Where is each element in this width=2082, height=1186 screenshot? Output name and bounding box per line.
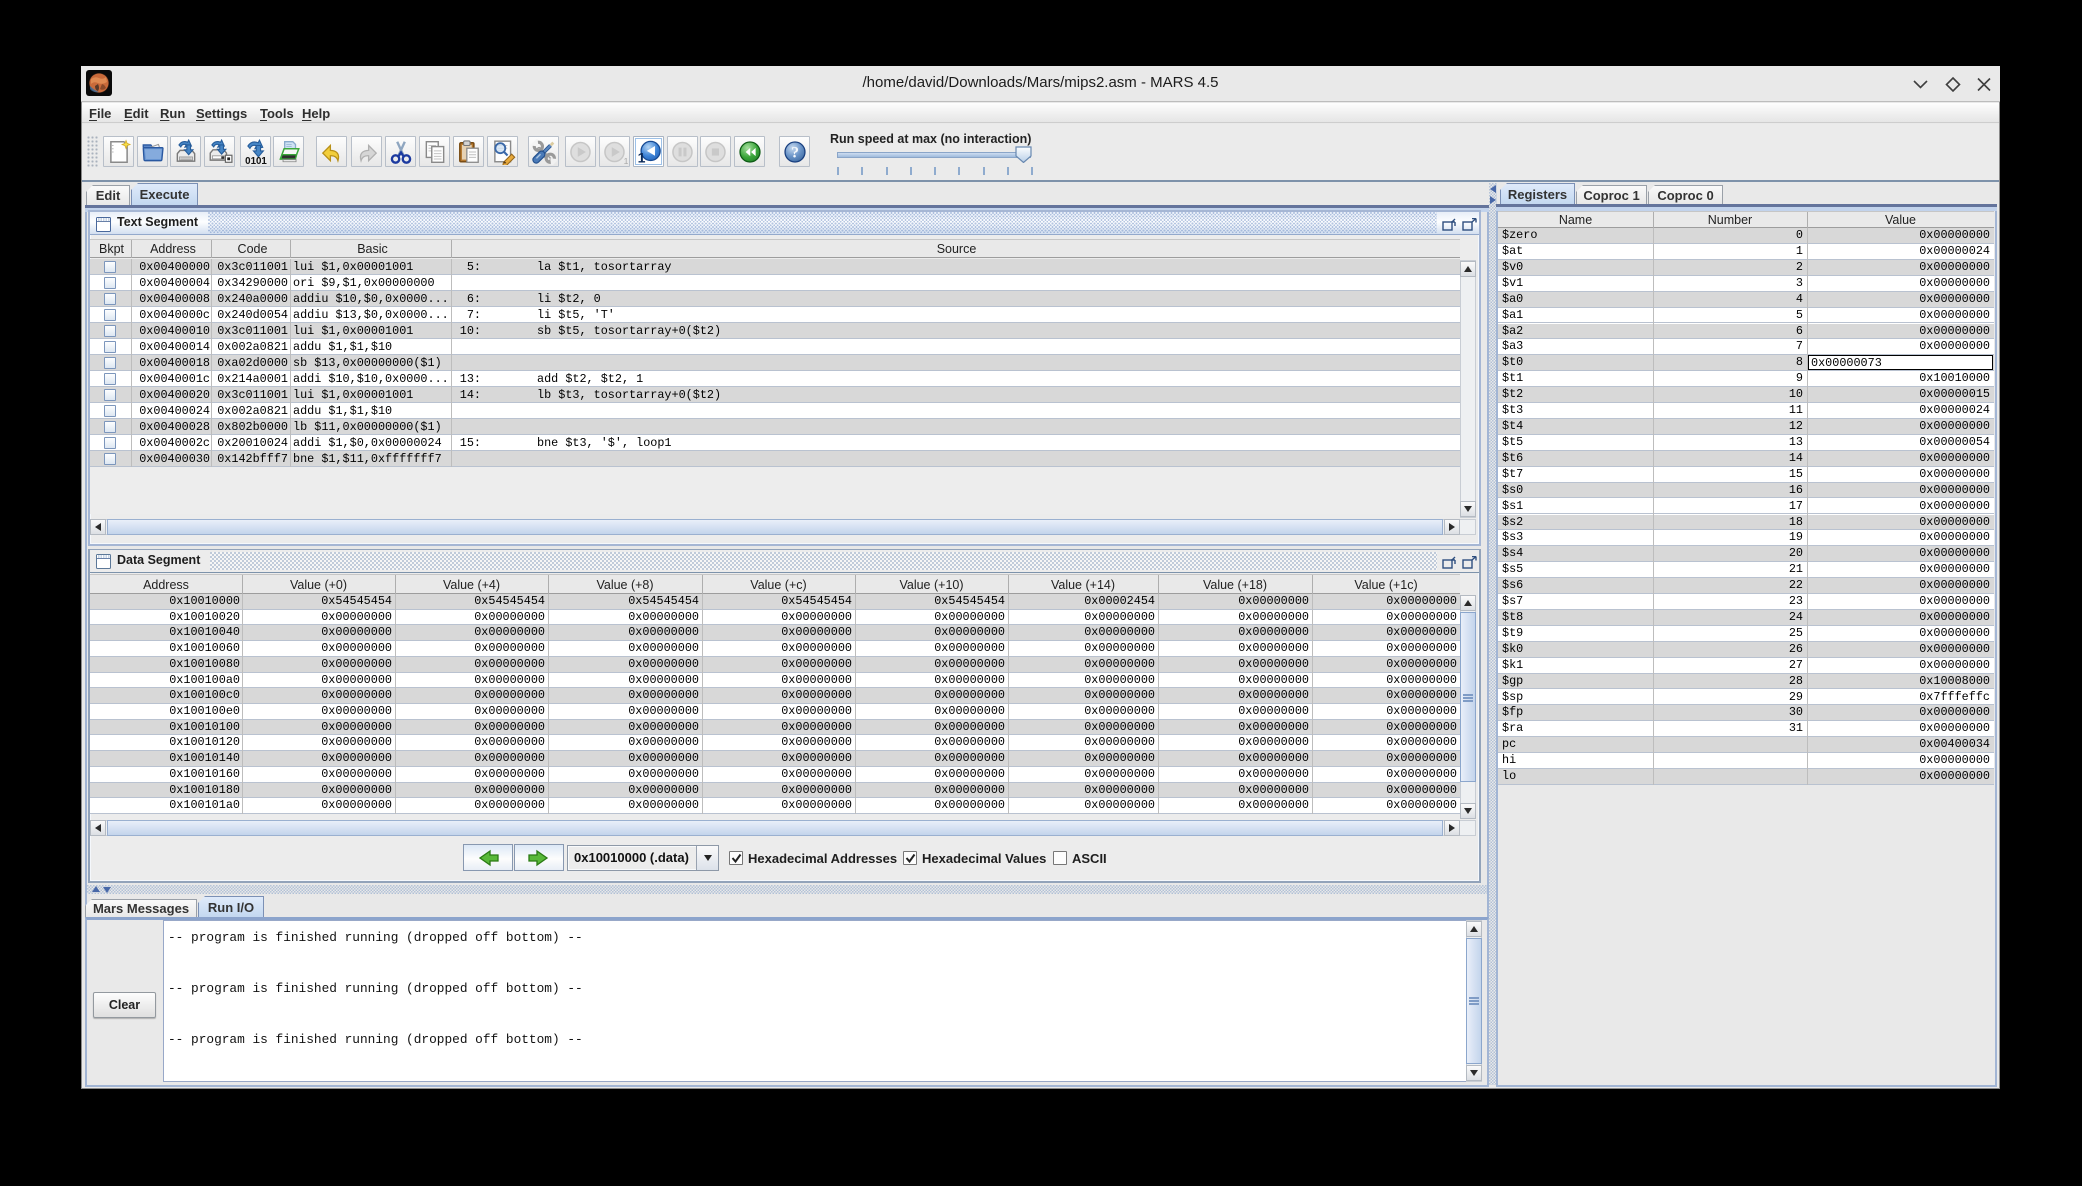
svg-text:0101: 0101 bbox=[245, 156, 267, 165]
svg-text:1: 1 bbox=[638, 149, 646, 165]
svg-text:1: 1 bbox=[624, 156, 628, 165]
svg-text:?: ? bbox=[791, 144, 799, 161]
